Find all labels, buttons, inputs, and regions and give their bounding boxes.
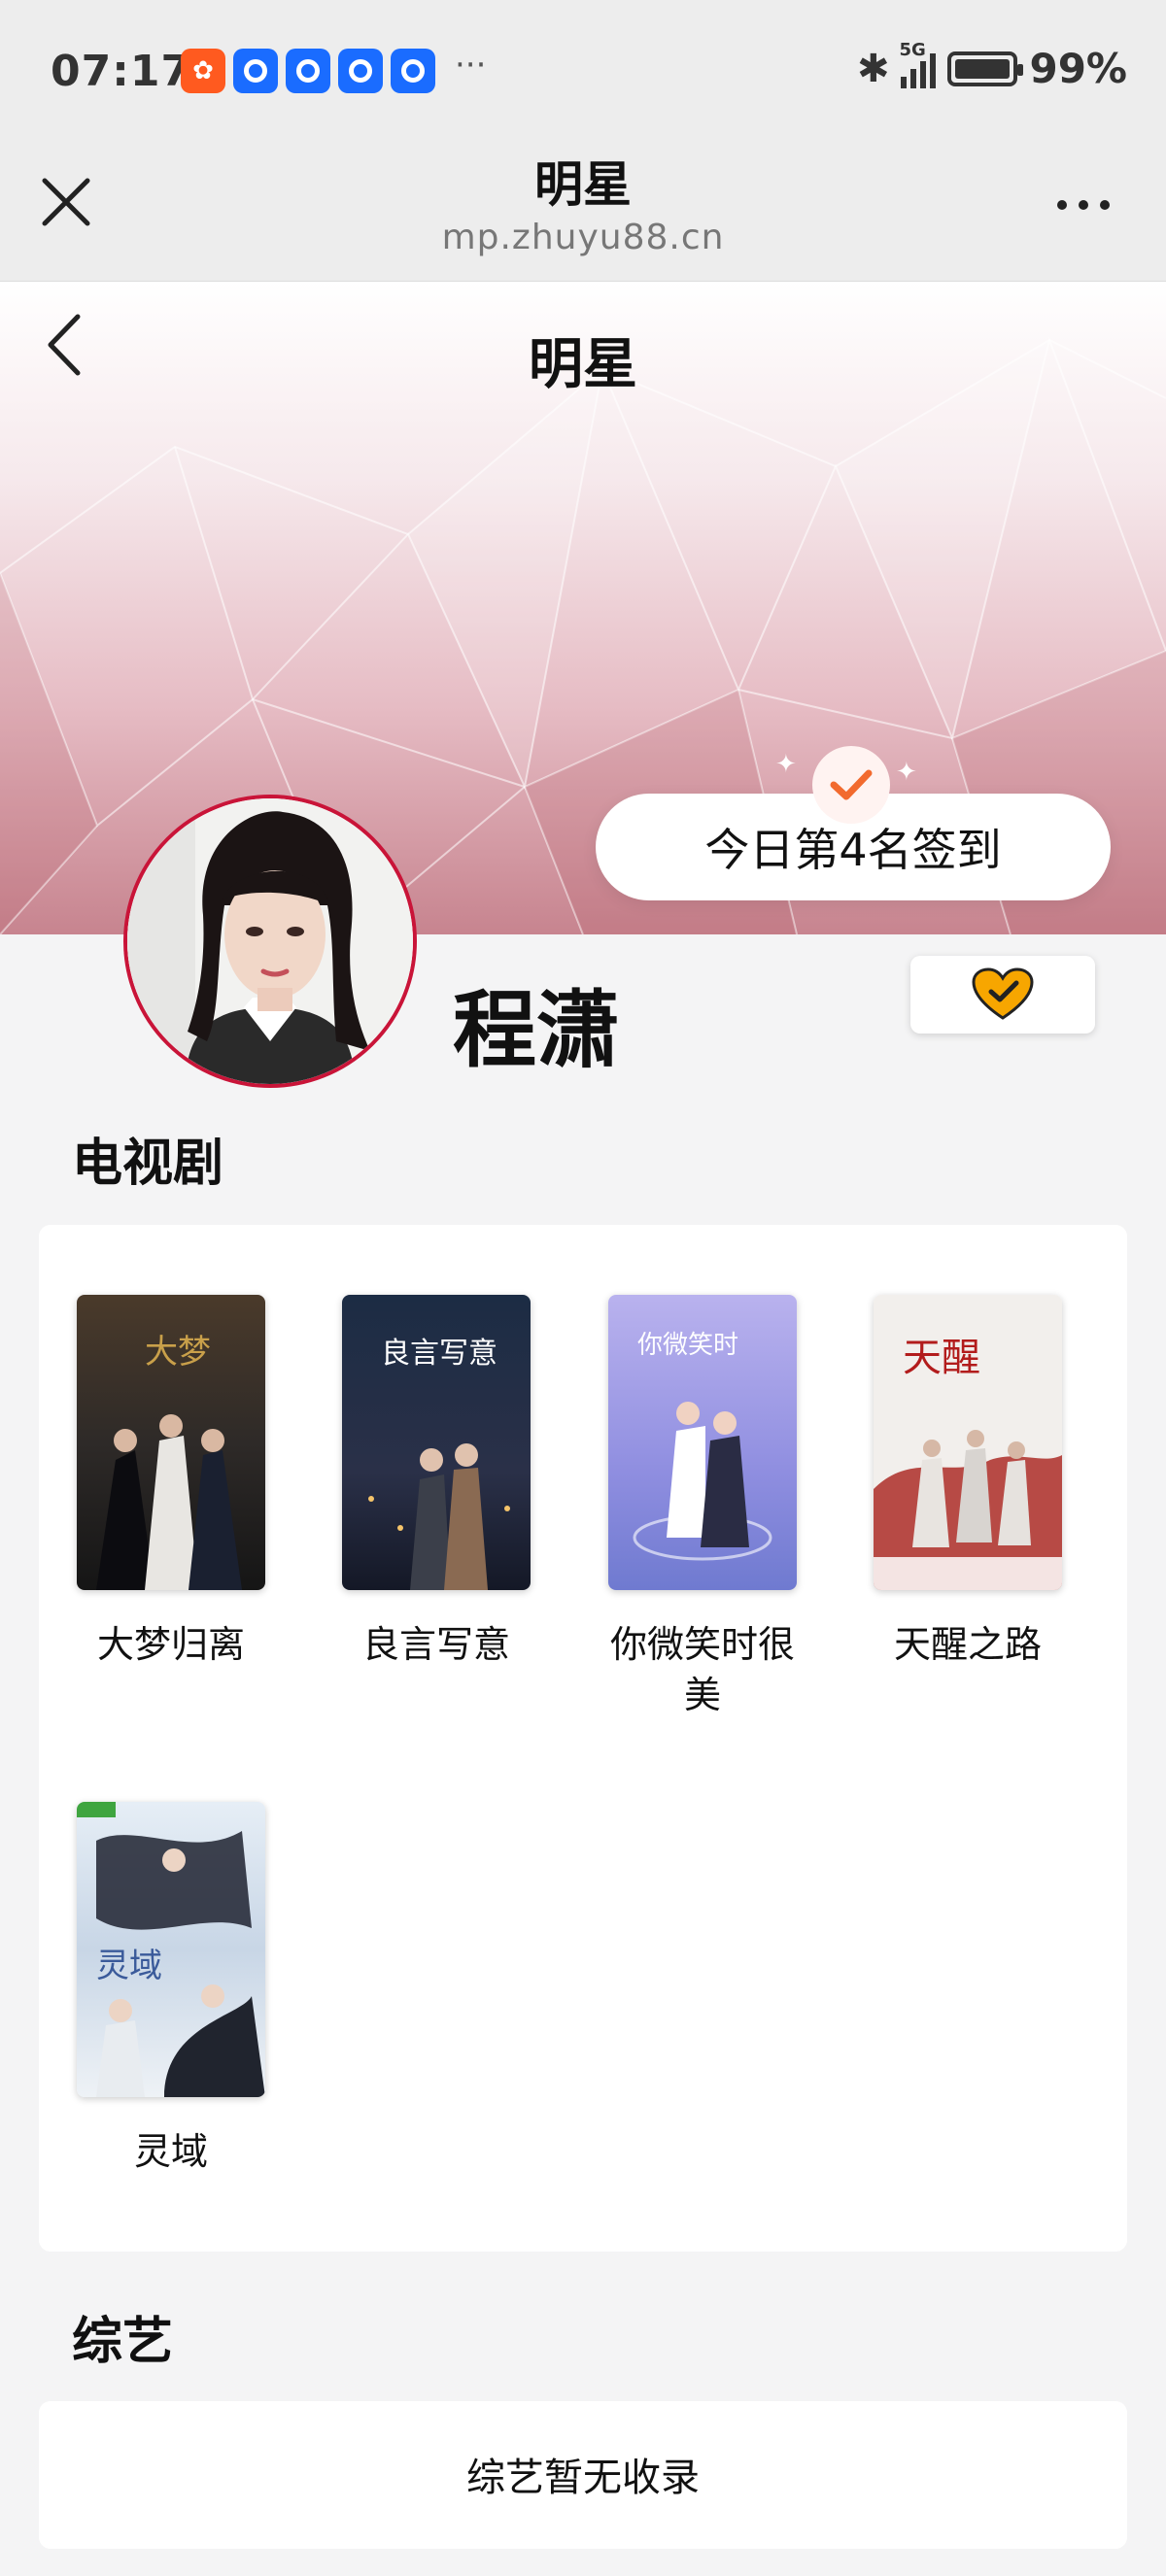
app-notification-icon [286,49,330,93]
svg-text:良言写意: 良言写意 [381,1337,497,1371]
page-title: 明星 [529,333,637,396]
drama-poster: 大梦 [77,1295,265,1590]
battery-percent: 99% [1029,45,1127,92]
drama-poster: 你微笑时 [608,1295,797,1590]
follow-button[interactable] [910,956,1095,1034]
status-indicators: ✱ 5G 99% [856,40,1127,93]
more-dot-icon [1057,200,1067,210]
drama-item[interactable]: 天醒 天醒之路 [874,1295,1062,1670]
mini-program-titlebar: 明星 mp.zhuyu88.cn [0,146,1166,282]
app-notification-icon [338,49,383,93]
battery-icon [947,51,1024,86]
more-options-button[interactable] [1057,200,1110,210]
drama-item[interactable]: 你微笑时 你微笑时很美 [608,1295,797,1720]
status-time: 07:17 [51,47,192,96]
svg-text:天醒: 天醒 [903,1336,980,1380]
status-bar: 07:17 ✿ ··· ✱ 5G 99% [0,0,1166,146]
drama-poster: 天醒 [874,1295,1062,1590]
sparkle-icon: ✦ [896,758,917,787]
checkin-label: 今日第4名签到 [704,824,1002,876]
window-url: mp.zhuyu88.cn [441,218,725,257]
svg-text:灵域: 灵域 [96,1947,162,1985]
kuaishou-app-icon: ✿ [181,49,225,93]
drama-title: 你微笑时很美 [609,1623,795,1716]
sparkle-icon: ✦ [775,750,797,779]
avatar [123,795,417,1088]
more-notifications-icon: ··· [455,46,487,85]
more-dot-icon [1100,200,1110,210]
variety-section-title: 综艺 [72,2313,174,2371]
drama-title: 良言写意 [361,1623,510,1666]
tv-card: 大梦 大梦归离 良言写意 良言写意 你微笑时 你微笑时很美 天醒 天醒之路 灵域… [39,1225,1127,2252]
app-notification-icon [233,49,278,93]
heart-check-icon [972,967,1034,1020]
window-title: 明星 [534,156,632,213]
network-type: 5G [899,39,926,60]
drama-item[interactable]: 良言写意 良言写意 [342,1295,531,1670]
signal-icon: 5G [899,40,937,88]
drama-title: 灵域 [133,2130,208,2173]
tv-section-title: 电视剧 [72,1135,224,1193]
empty-state-text: 综艺暂无收录 [466,2456,700,2500]
svg-text:大梦: 大梦 [145,1333,211,1372]
drama-item[interactable]: 大梦 大梦归离 [77,1295,265,1670]
star-name: 程潇 [453,982,620,1079]
drama-poster: 灵域 [77,1802,265,2097]
notification-icons: ✿ ··· [181,46,487,93]
drama-title: 大梦归离 [96,1623,245,1666]
more-dot-icon [1079,200,1088,210]
avatar-portrait [127,798,413,1084]
drama-title: 天醒之路 [893,1623,1042,1666]
bluetooth-icon: ✱ [856,46,890,91]
variety-card: 综艺暂无收录 [39,2401,1127,2549]
drama-poster: 良言写意 [342,1295,531,1590]
app-notification-icon [391,49,435,93]
checkin-check-icon [812,746,890,824]
drama-item[interactable]: 灵域 灵域 [77,1802,265,2177]
svg-text:你微笑时: 你微笑时 [637,1331,738,1360]
